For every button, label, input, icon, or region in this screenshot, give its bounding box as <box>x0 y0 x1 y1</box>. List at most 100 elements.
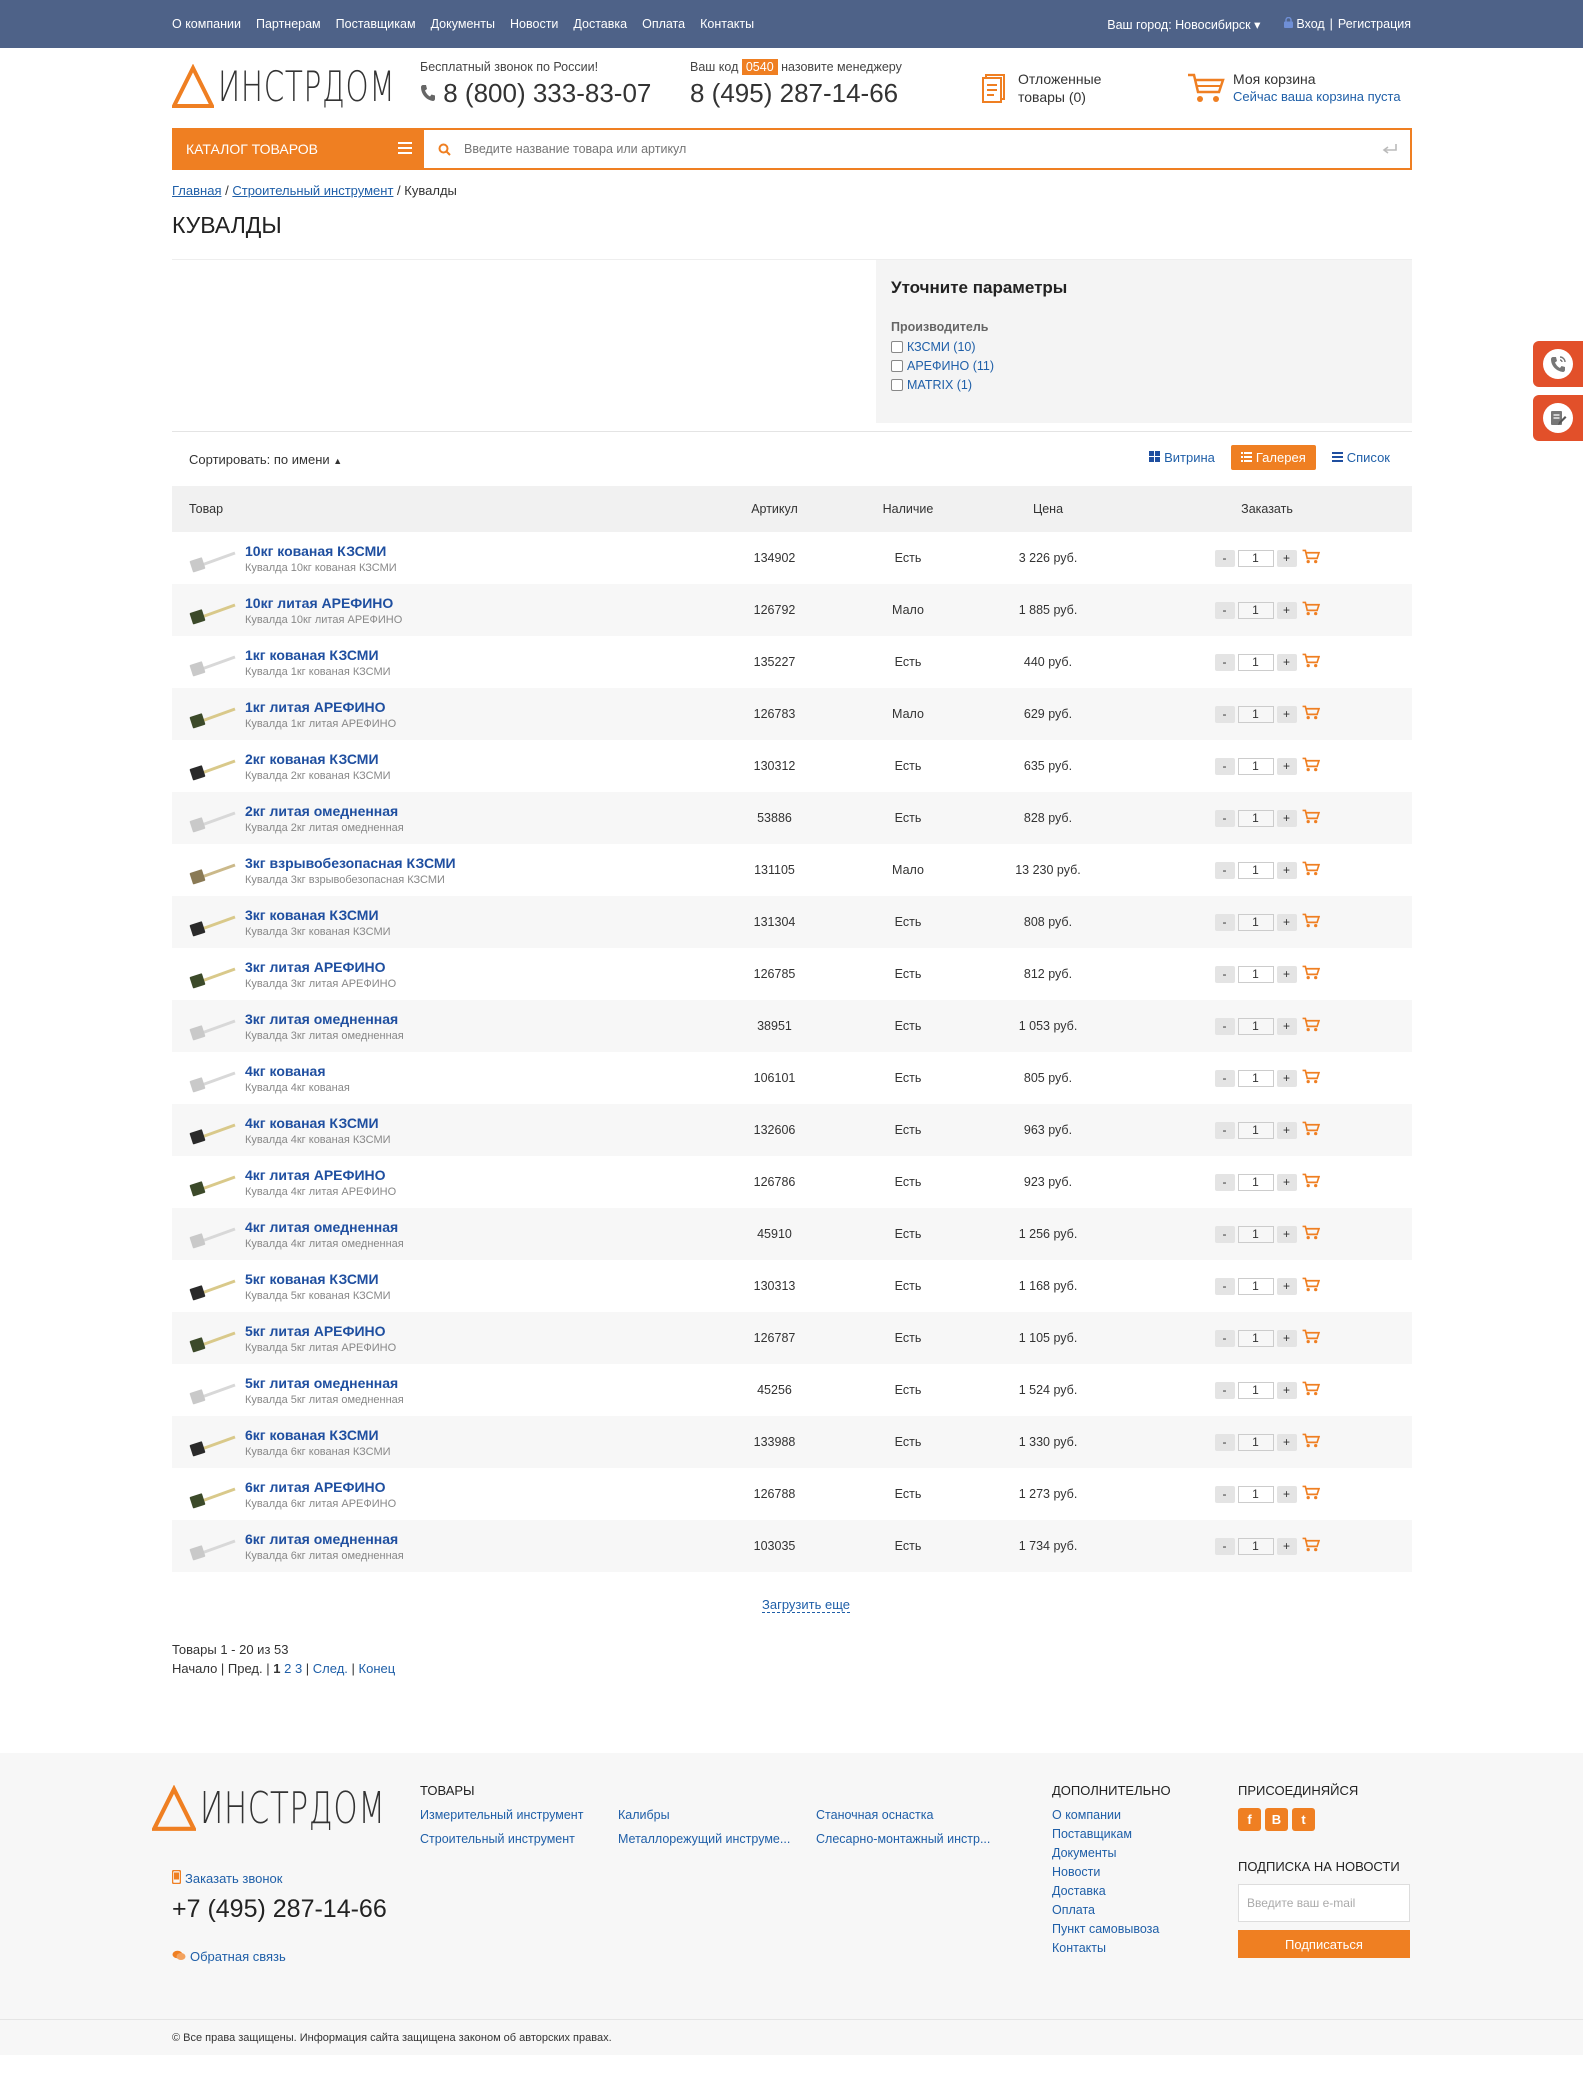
nav-link-news[interactable]: Новости <box>510 17 558 31</box>
free-phone-number[interactable]: 8 (800) 333-83-07 <box>443 78 651 108</box>
increment-button[interactable]: + <box>1276 809 1297 827</box>
product-name-link[interactable]: 3кг взрывобезопасная КЗСМИ <box>245 855 456 871</box>
decrement-button[interactable]: - <box>1214 861 1235 879</box>
nav-link-partners[interactable]: Партнерам <box>256 17 321 31</box>
decrement-button[interactable]: - <box>1214 1121 1235 1139</box>
nav-link-suppliers[interactable]: Поставщикам <box>336 17 416 31</box>
saved-items-link[interactable]: Отложенные товары (0) <box>982 70 1101 106</box>
footer-goods-link[interactable]: Станочная оснастка <box>816 1808 1014 1827</box>
add-to-cart-icon[interactable] <box>1302 549 1320 567</box>
footer-extra-link[interactable]: Новости <box>1052 1865 1171 1879</box>
sledgehammer-thumbnail[interactable] <box>189 1475 239 1513</box>
nav-link-about[interactable]: О компании <box>172 17 241 31</box>
sledgehammer-thumbnail[interactable] <box>189 1163 239 1201</box>
add-to-cart-icon[interactable] <box>1302 965 1320 983</box>
footer-extra-link[interactable]: Оплата <box>1052 1903 1171 1917</box>
product-name-link[interactable]: 2кг литая омедненная <box>245 803 404 819</box>
quantity-input[interactable]: 1 <box>1237 1225 1274 1243</box>
quantity-input[interactable]: 1 <box>1237 1017 1274 1035</box>
footer-extra-link[interactable]: Контакты <box>1052 1941 1171 1955</box>
product-name-link[interactable]: 2кг кованая КЗСМИ <box>245 751 391 767</box>
footer-extra-link[interactable]: Поставщикам <box>1052 1827 1171 1841</box>
quantity-input[interactable]: 1 <box>1237 653 1274 671</box>
increment-button[interactable]: + <box>1276 705 1297 723</box>
increment-button[interactable]: + <box>1276 757 1297 775</box>
decrement-button[interactable]: - <box>1214 757 1235 775</box>
quantity-input[interactable]: 1 <box>1237 1381 1274 1399</box>
quantity-input[interactable]: 1 <box>1237 1537 1274 1555</box>
subscribe-button[interactable]: Подписаться <box>1238 1930 1410 1958</box>
footer-goods-link[interactable]: Металлорежущий инструме... <box>618 1832 816 1851</box>
footer-extra-link[interactable]: Доставка <box>1052 1884 1171 1898</box>
login-link[interactable]: Вход <box>1296 17 1324 31</box>
sledgehammer-thumbnail[interactable] <box>189 1423 239 1461</box>
search-input[interactable] <box>464 130 1370 168</box>
sledgehammer-thumbnail[interactable] <box>189 539 239 577</box>
filter-option-kzsmi[interactable]: КЗСМИ (10) <box>891 340 1397 354</box>
sledgehammer-thumbnail[interactable] <box>189 1215 239 1253</box>
increment-button[interactable]: + <box>1276 1485 1297 1503</box>
product-name-link[interactable]: 10кг литая АРЕФИНО <box>245 595 402 611</box>
product-name-link[interactable]: 4кг литая омедненная <box>245 1219 404 1235</box>
sledgehammer-thumbnail[interactable] <box>189 1007 239 1045</box>
quantity-input[interactable]: 1 <box>1237 1329 1274 1347</box>
decrement-button[interactable]: - <box>1214 549 1235 567</box>
decrement-button[interactable]: - <box>1214 1433 1235 1451</box>
add-to-cart-icon[interactable] <box>1302 1121 1320 1139</box>
product-name-link[interactable]: 4кг литая АРЕФИНО <box>245 1167 396 1183</box>
decrement-button[interactable]: - <box>1214 809 1235 827</box>
increment-button[interactable]: + <box>1276 1381 1297 1399</box>
footer-goods-link[interactable]: Калибры <box>618 1808 816 1827</box>
increment-button[interactable]: + <box>1276 653 1297 671</box>
side-call-button[interactable] <box>1533 341 1583 387</box>
increment-button[interactable]: + <box>1276 1433 1297 1451</box>
breadcrumb-home[interactable]: Главная <box>172 183 221 198</box>
add-to-cart-icon[interactable] <box>1302 1017 1320 1035</box>
increment-button[interactable]: + <box>1276 965 1297 983</box>
quantity-input[interactable]: 1 <box>1237 549 1274 567</box>
increment-button[interactable]: + <box>1276 1173 1297 1191</box>
product-name-link[interactable]: 4кг кованая КЗСМИ <box>245 1115 391 1131</box>
vk-icon[interactable]: В <box>1265 1808 1288 1831</box>
product-name-link[interactable]: 6кг литая АРЕФИНО <box>245 1479 396 1495</box>
add-to-cart-icon[interactable] <box>1302 1537 1320 1555</box>
footer-extra-link[interactable]: Документы <box>1052 1846 1171 1860</box>
increment-button[interactable]: + <box>1276 1069 1297 1087</box>
pagination-page-3[interactable]: 3 <box>295 1661 302 1676</box>
decrement-button[interactable]: - <box>1214 1277 1235 1295</box>
add-to-cart-icon[interactable] <box>1302 705 1320 723</box>
sledgehammer-thumbnail[interactable] <box>189 643 239 681</box>
view-gallery-button[interactable]: Галерея <box>1230 445 1316 470</box>
nav-link-contacts[interactable]: Контакты <box>700 17 754 31</box>
sledgehammer-thumbnail[interactable] <box>189 1371 239 1409</box>
add-to-cart-icon[interactable] <box>1302 1225 1320 1243</box>
sledgehammer-thumbnail[interactable] <box>189 591 239 629</box>
checkbox[interactable] <box>891 379 903 391</box>
increment-button[interactable]: + <box>1276 861 1297 879</box>
nav-link-documents[interactable]: Документы <box>431 17 495 31</box>
register-link[interactable]: Регистрация <box>1338 17 1411 31</box>
quantity-input[interactable]: 1 <box>1237 1121 1274 1139</box>
sledgehammer-thumbnail[interactable] <box>189 695 239 733</box>
increment-button[interactable]: + <box>1276 1121 1297 1139</box>
footer-phone[interactable]: +7 (495) 287-14-66 <box>172 1895 387 1924</box>
add-to-cart-icon[interactable] <box>1302 1277 1320 1295</box>
add-to-cart-icon[interactable] <box>1302 809 1320 827</box>
footer-goods-link[interactable]: Слесарно-монтажный инстр... <box>816 1832 1014 1851</box>
load-more-link[interactable]: Загрузить еще <box>762 1597 850 1613</box>
sledgehammer-thumbnail[interactable] <box>189 1059 239 1097</box>
twitter-icon[interactable]: t <box>1292 1808 1315 1831</box>
increment-button[interactable]: + <box>1276 1017 1297 1035</box>
decrement-button[interactable]: - <box>1214 1485 1235 1503</box>
nav-link-delivery[interactable]: Доставка <box>573 17 627 31</box>
sledgehammer-thumbnail[interactable] <box>189 1267 239 1305</box>
add-to-cart-icon[interactable] <box>1302 757 1320 775</box>
product-name-link[interactable]: 3кг литая АРЕФИНО <box>245 959 396 975</box>
increment-button[interactable]: + <box>1276 1329 1297 1347</box>
pagination-next[interactable]: След. <box>313 1661 348 1676</box>
sledgehammer-thumbnail[interactable] <box>189 1111 239 1149</box>
product-name-link[interactable]: 4кг кованая <box>245 1063 350 1079</box>
product-name-link[interactable]: 1кг кованая КЗСМИ <box>245 647 391 663</box>
add-to-cart-icon[interactable] <box>1302 601 1320 619</box>
footer-extra-link[interactable]: Пункт самовывоза <box>1052 1922 1171 1936</box>
